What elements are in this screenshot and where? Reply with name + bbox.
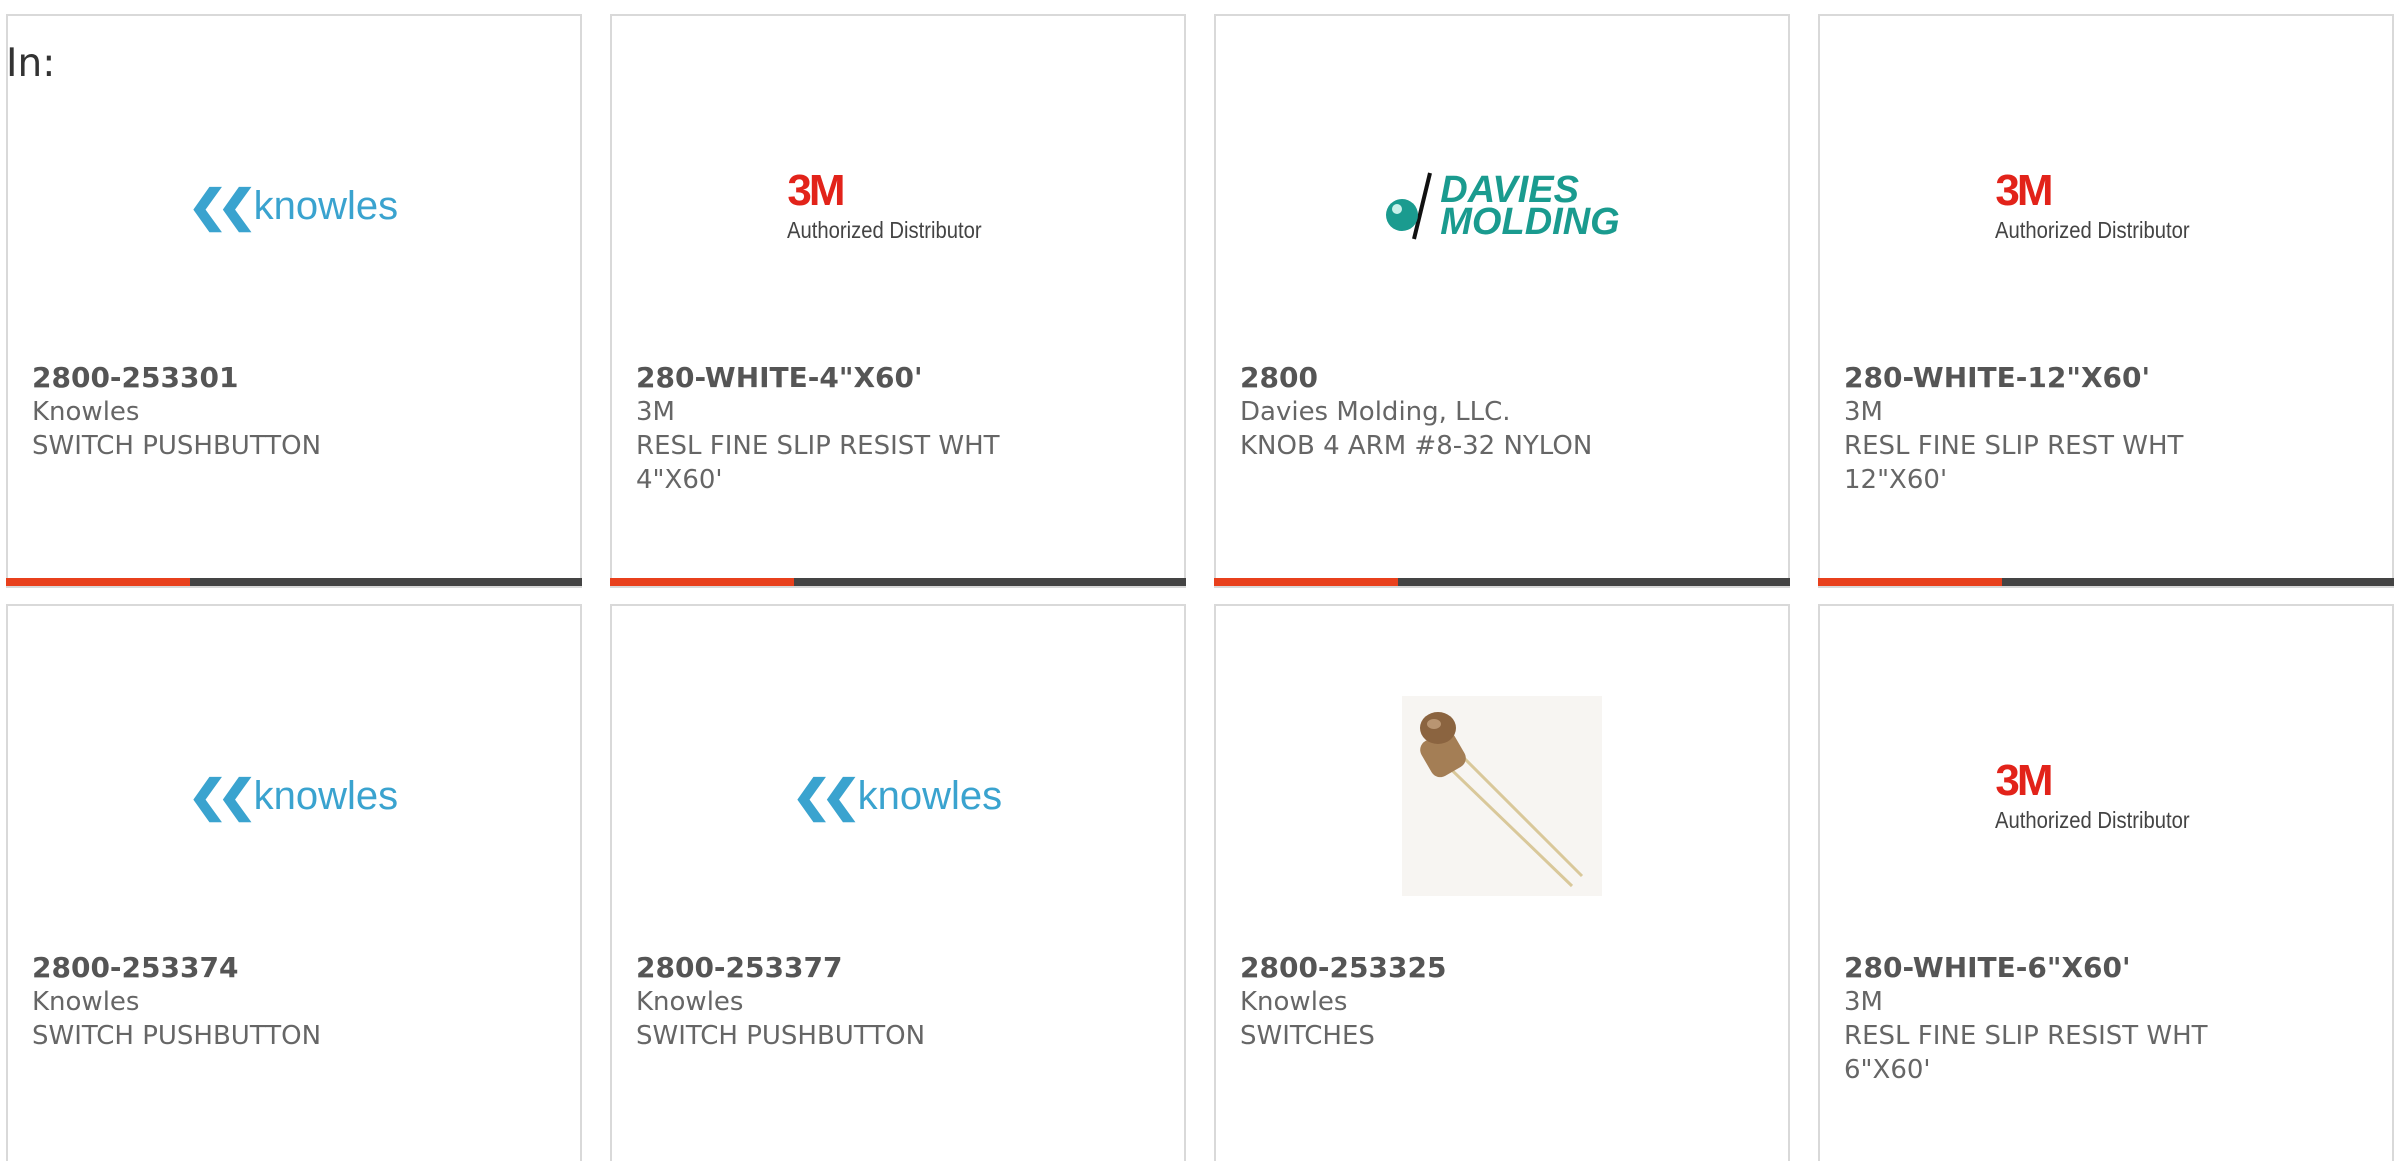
knowles-logo: ❮❮ knowles (187, 771, 399, 821)
product-card[interactable]: 3M Authorized Distributor 280-WHITE-4"X6… (610, 14, 1186, 588)
description: KNOB 4 ARM #8-32 NYLON (1240, 431, 1593, 461)
description: SWITCH PUSHBUTTON (32, 431, 322, 461)
part-number[interactable]: 280-WHITE-4"X60' (636, 361, 1076, 395)
card-bottom-bar (6, 578, 582, 586)
product-image: 3M Authorized Distributor (1820, 676, 2392, 916)
product-card[interactable]: 3M Authorized Distributor 280-WHITE-12"X… (1818, 14, 2394, 588)
knowles-chevron-icon: ❮❮ (187, 181, 257, 231)
description: SWITCHES (1240, 1021, 1375, 1051)
product-card[interactable]: 3M Authorized Distributor 280-WHITE-6"X6… (1818, 604, 2394, 1161)
card-accent-bar (1818, 578, 2002, 586)
product-image: ❮❮ knowles (8, 676, 580, 916)
card-accent-bar (1214, 578, 1398, 586)
knowles-logo: ❮❮ knowles (791, 771, 1003, 821)
manufacturer: 3M (1844, 397, 1883, 427)
part-number[interactable]: 2800 (1240, 361, 1680, 395)
product-image (1216, 676, 1788, 916)
3m-authorized-distributor-logo: 3M Authorized Distributor (1995, 755, 2191, 833)
card-bottom-bar (1818, 578, 2394, 586)
product-image: 3M Authorized Distributor (1820, 86, 2392, 326)
product-card[interactable]: ❮❮ knowles 2800-253301 Knowles SWITCH PU… (6, 14, 582, 588)
card-bottom-bar (1214, 578, 1790, 586)
manufacturer: 3M (636, 397, 675, 427)
manufacturer: 3M (1844, 987, 1883, 1017)
part-number[interactable]: 280-WHITE-6"X60' (1844, 951, 2284, 985)
manufacturer: Knowles (32, 987, 140, 1017)
product-card[interactable]: ❮❮ knowles 2800-253377 Knowles SWITCH PU… (610, 604, 1186, 1161)
knowles-chevron-icon: ❮❮ (791, 771, 861, 821)
description: RESL FINE SLIP RESIST WHT 6"X60' (1844, 1021, 2208, 1085)
product-grid-page: In: ❮❮ knowles 2800-253301 Knowles SWITC… (0, 0, 2400, 1161)
part-number[interactable]: 2800-253377 (636, 951, 1076, 985)
description: SWITCH PUSHBUTTON (32, 1021, 322, 1051)
product-card[interactable]: 2800-253325 Knowles SWITCHES (1214, 604, 1790, 1161)
switch-component-icon (1420, 712, 1584, 888)
card-accent-bar (610, 578, 794, 586)
knowles-logo: ❮❮ knowles (187, 181, 399, 231)
part-number[interactable]: 2800-253374 (32, 951, 472, 985)
davies-ball-icon (1386, 172, 1433, 240)
description: RESL FINE SLIP RESIST WHT 4"X60' (636, 431, 1000, 495)
part-number[interactable]: 2800-253301 (32, 361, 472, 395)
manufacturer: Knowles (32, 397, 140, 427)
in-label: In: (6, 41, 56, 86)
description: SWITCH PUSHBUTTON (636, 1021, 926, 1051)
manufacturer: Knowles (636, 987, 744, 1017)
manufacturer: Knowles (1240, 987, 1348, 1017)
part-number[interactable]: 2800-253325 (1240, 951, 1680, 985)
part-number[interactable]: 280-WHITE-12"X60' (1844, 361, 2284, 395)
product-image: DAVIES MOLDING (1216, 86, 1788, 326)
product-image: ❮❮ knowles (8, 86, 580, 326)
product-card[interactable]: DAVIES MOLDING 2800 Davies Molding, LLC.… (1214, 14, 1790, 588)
product-card[interactable]: ❮❮ knowles 2800-253374 Knowles SWITCH PU… (6, 604, 582, 1161)
product-image: ❮❮ knowles (612, 676, 1184, 916)
card-accent-bar (6, 578, 190, 586)
knowles-chevron-icon: ❮❮ (187, 771, 257, 821)
3m-authorized-distributor-logo: 3M Authorized Distributor (1995, 165, 2191, 243)
davies-molding-logo: DAVIES MOLDING (1384, 171, 1620, 241)
product-image: 3M Authorized Distributor (612, 86, 1184, 326)
switch-component-photo (1402, 696, 1602, 896)
card-bottom-bar (610, 578, 1186, 586)
3m-authorized-distributor-logo: 3M Authorized Distributor (787, 165, 983, 243)
manufacturer: Davies Molding, LLC. (1240, 397, 1511, 427)
description: RESL FINE SLIP REST WHT 12"X60' (1844, 431, 2184, 495)
